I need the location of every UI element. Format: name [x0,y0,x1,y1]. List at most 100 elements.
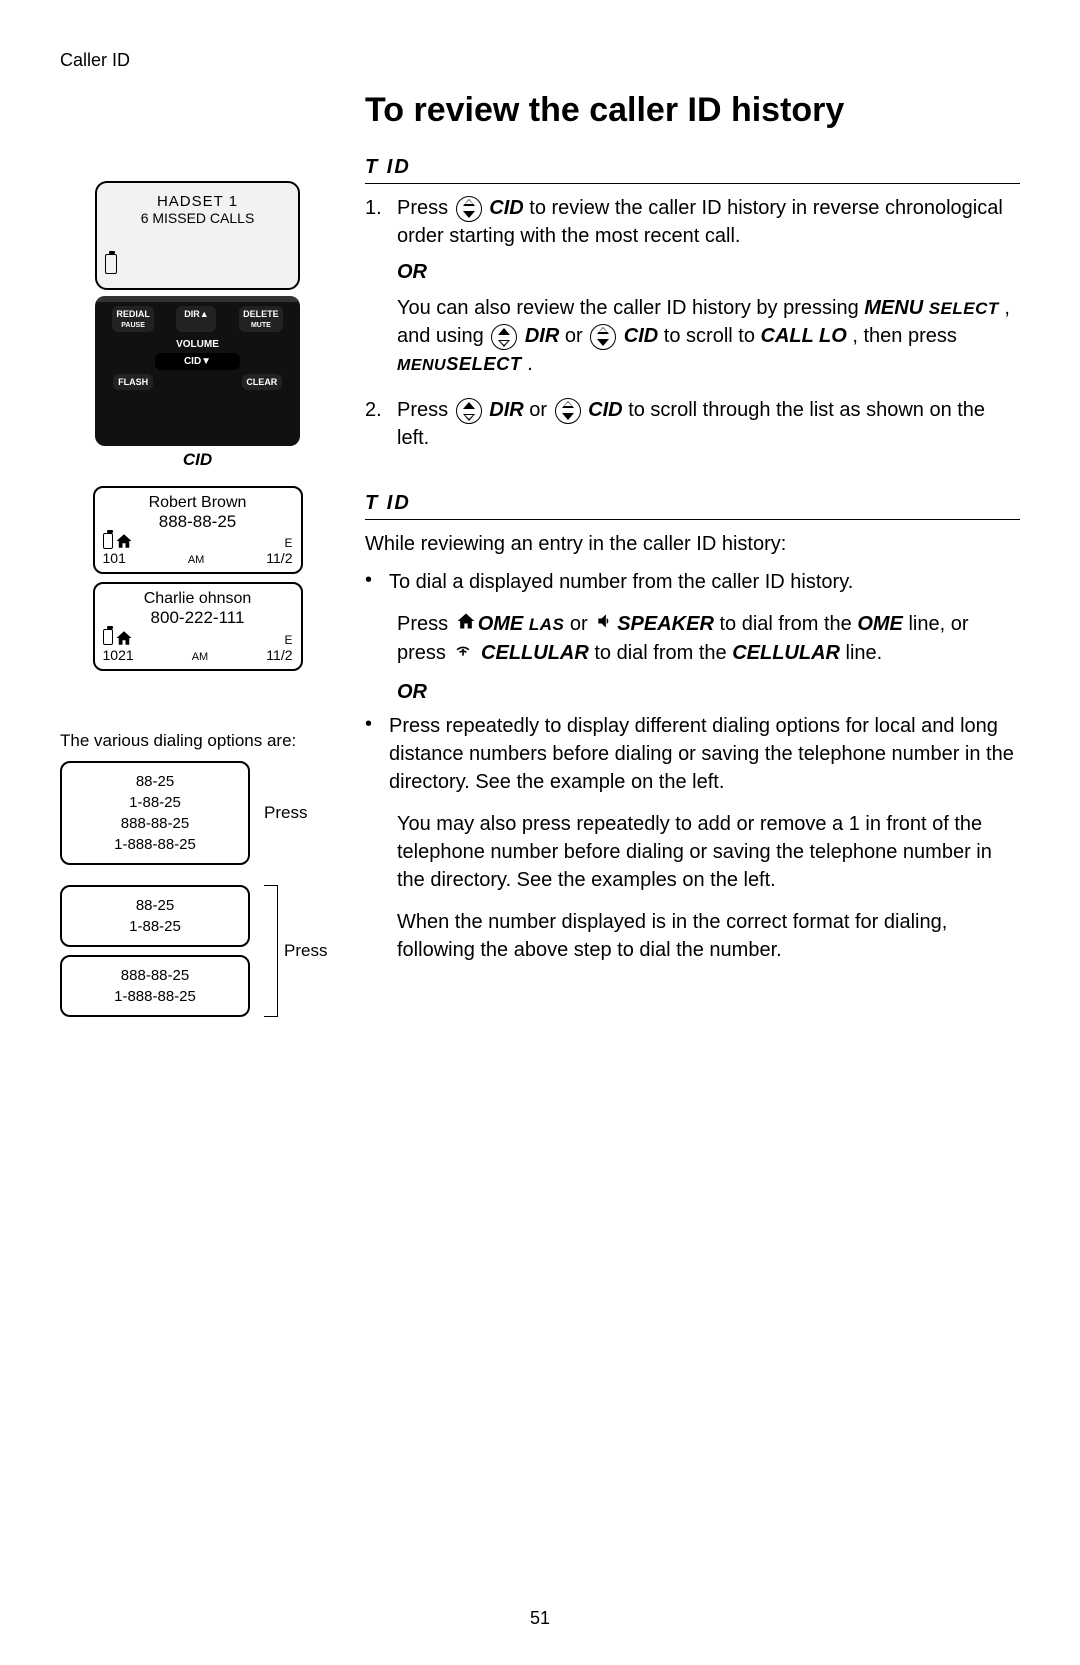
entry-date: 11/2 [266,647,292,663]
text: You can also review the caller ID histor… [397,297,864,319]
cid-label: CID [624,325,658,347]
battery-icon [105,254,117,274]
text: or [570,613,593,635]
cellular-label: CELLULAR [481,642,589,664]
or-label: OR [397,258,1020,286]
text: to dial from the [594,642,732,664]
cid-caption: CID [60,450,335,470]
or-label: OR [397,681,1020,704]
dir-label: DIR [489,399,523,421]
caller-entry-2: Charlie ohnson 800-222-111 E 1021 AM 11/… [93,582,303,670]
cid-label: CID [489,197,523,219]
text: line. [846,642,883,664]
entry-date: 11/2 [266,550,292,566]
text: to scroll to [664,325,761,347]
cellular-label: CELLULAR [732,642,840,664]
text: to dial from the [719,613,857,635]
step-2: 2. Press DIR or CID to scroll through th… [365,396,1020,452]
text: To dial a displayed number from the call… [389,568,853,596]
bracket-icon [264,885,278,1017]
key-volume: VOLUME [95,336,300,353]
bullet-2-p3: When the number displayed is in the corr… [397,908,1020,964]
text: or [565,325,588,347]
battery-icon [103,629,113,645]
text: or [529,399,552,421]
dial-option: 1-88-25 [74,792,236,813]
step-number: 1. [365,194,387,378]
section-heading-2: T ID [365,492,1020,520]
dial-option: 88-25 [74,771,236,792]
bullet-1-detail: Press OME LAS or SPEAKER to dial from th… [397,610,1020,667]
nav-up-icon [491,324,517,350]
nav-up-icon [456,398,482,424]
entry-time: 1021 [103,647,134,663]
call-log-label: CALL LO [761,325,847,347]
entry-name: Charlie ohnson [103,590,293,608]
text: to scroll through the list as shown on t… [397,399,985,449]
step-number: 2. [365,396,387,452]
dial-option: 1-88-25 [74,916,236,937]
dial-option-group-2: 88-25 1-88-25 888-88-25 1-888-88-25 Pres… [60,885,335,1017]
dial-option: 88-25 [74,895,236,916]
press-label: Press [284,941,327,961]
handset-keypad-image: REDIALPAUSE DIR▲ DELETEMUTE VOLUME CID▼ … [95,296,300,446]
speaker-label: SPEAKER [617,613,714,635]
page-number: 51 [530,1608,550,1629]
key-clear: CLEAR [242,374,282,390]
text: Press [397,197,454,219]
bullet-2: • Press repeatedly to display different … [365,712,1020,796]
press-label: Press [264,803,307,823]
battery-icon [103,533,113,549]
section2-intro: While reviewing an entry in the caller I… [365,530,1020,558]
entry-time: 101 [103,550,126,566]
dial-option: 1-888-88-25 [74,834,236,855]
entry-number: 888-88-25 [103,512,293,532]
dial-option: 1-888-88-25 [74,986,236,1007]
key-flash: FLASH [113,374,153,390]
nav-down-icon [590,324,616,350]
handset-screen-idle: HADSET 1 6 MISSED CALLS [95,181,300,290]
text: , then press [852,325,957,347]
key-cid: CID▼ [155,353,240,370]
dial-box: 888-88-25 1-888-88-25 [60,955,250,1017]
menuselect-label: MENUSELECT [397,357,522,374]
bullet-icon: • [365,568,379,596]
entry-ampm: AM [188,554,205,566]
section-header: Caller ID [60,50,1020,71]
entry-tag: E [284,536,292,550]
menu-label: MENU [864,297,923,319]
home-label: OME [857,613,903,635]
dial-box: 88-25 1-88-25 [60,885,250,947]
home-icon [115,532,133,550]
dial-option: 888-88-25 [74,965,236,986]
cellular-icon [453,639,473,667]
dialing-options-caption: The various dialing options are: [60,731,335,751]
bullet-2-p2: You may also press repeatedly to add or … [397,810,1020,894]
entry-number: 800-222-111 [103,608,293,628]
dial-option: 888-88-25 [74,813,236,834]
caller-entry-1: Robert Brown 888-88-25 E 101 AM 11/2 [93,486,303,574]
page-title: To review the caller ID history [365,91,1020,130]
dial-box: 88-25 1-88-25 888-88-25 1-888-88-25 [60,761,250,865]
home-icon [456,611,476,639]
home-icon [115,628,133,646]
text: Press [397,399,454,421]
entry-name: Robert Brown [103,494,293,512]
screen-line1: HADSET 1 [105,193,290,210]
select-label: SELECT [929,299,999,318]
left-column: HADSET 1 6 MISSED CALLS REDIALPAUSE DIR▲… [60,91,335,1037]
section-heading-1: T ID [365,156,1020,184]
bullet-1: • To dial a displayed number from the ca… [365,568,1020,596]
flash-label: LAS [529,615,565,634]
speaker-icon [595,611,615,639]
key-redial: REDIALPAUSE [112,306,154,332]
text: . [527,353,533,375]
text: to review the caller ID history in rever… [397,197,1003,247]
key-delete: DELETEMUTE [239,306,283,332]
step-1: 1. Press CID to review the caller ID his… [365,194,1020,378]
bullet-icon: • [365,712,379,796]
nav-down-icon [456,196,482,222]
dial-option-group-1: 88-25 1-88-25 888-88-25 1-888-88-25 Pres… [60,761,335,865]
screen-line2: 6 MISSED CALLS [105,210,290,226]
dir-label: DIR [525,325,559,347]
